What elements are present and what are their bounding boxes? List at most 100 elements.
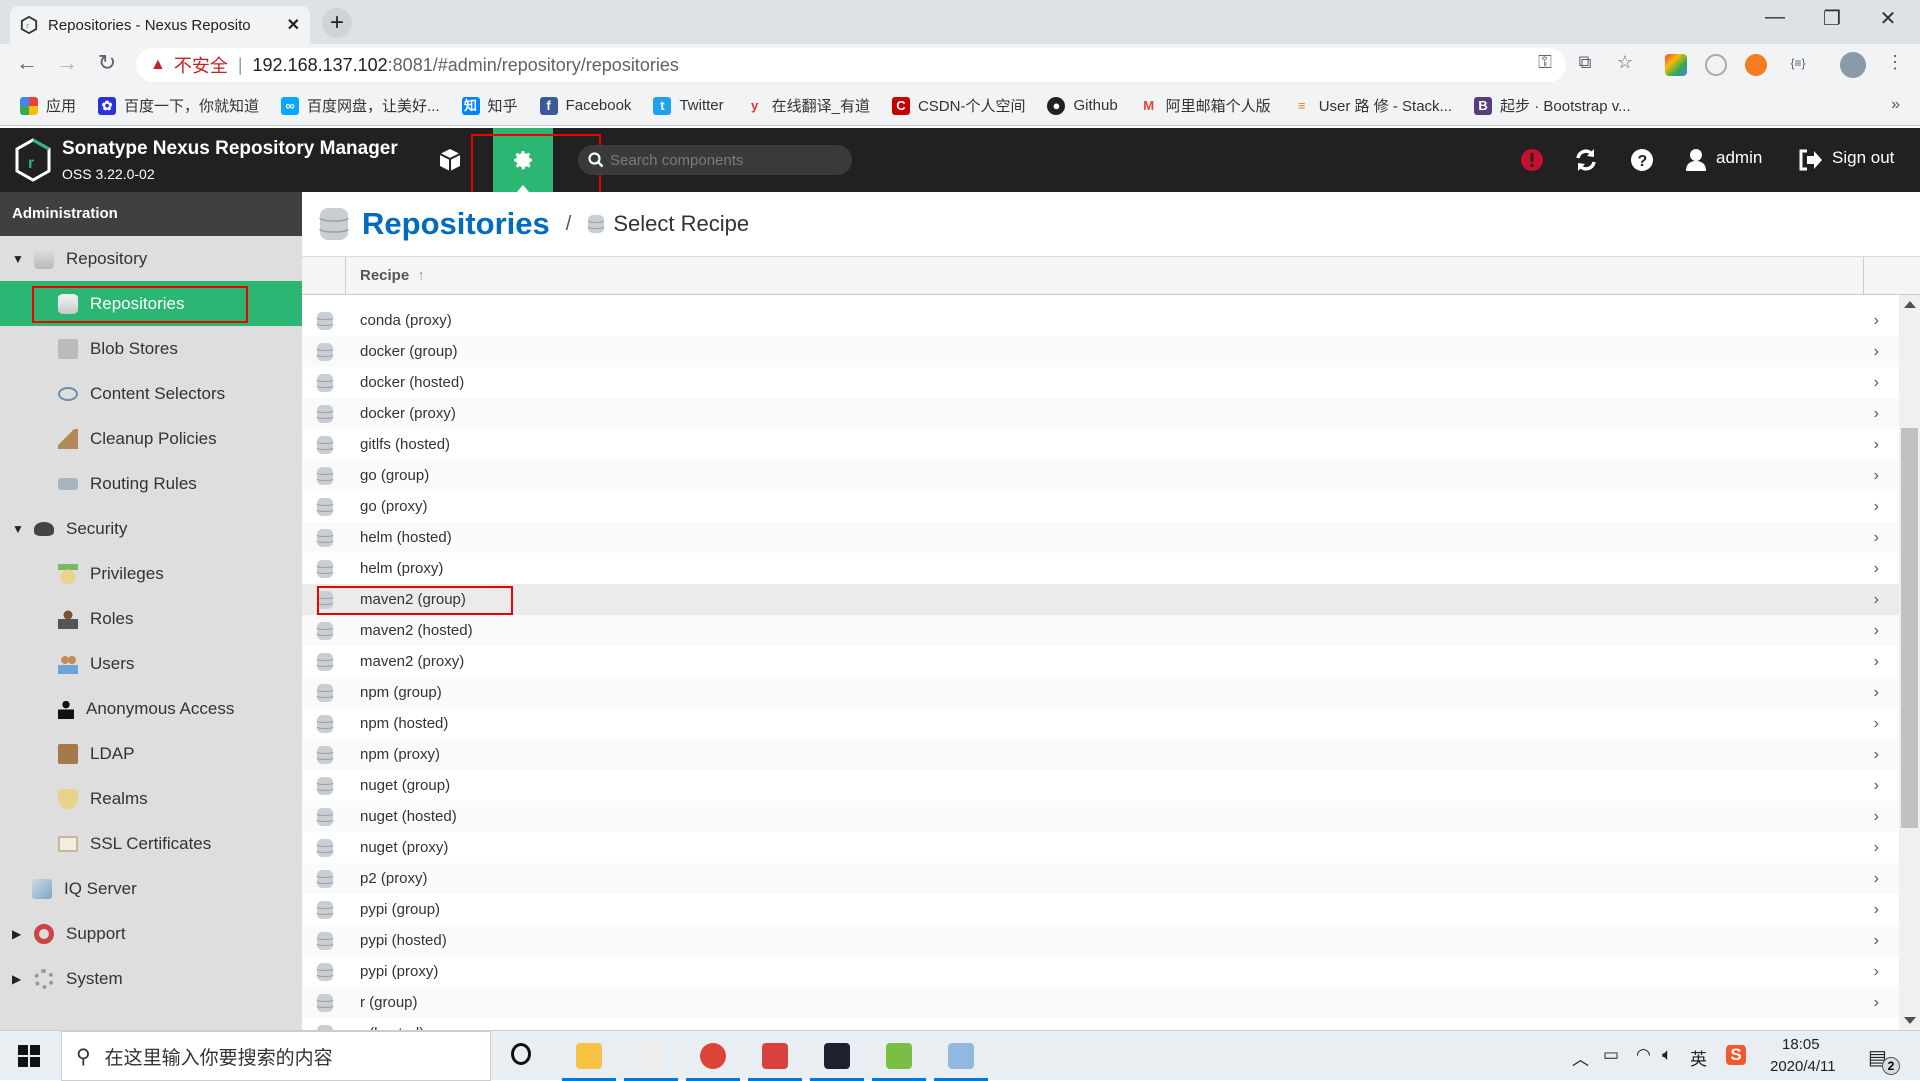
recipe-row[interactable]: pypi (hosted) › — [302, 925, 1899, 956]
recipe-row[interactable]: docker (group) › — [302, 336, 1899, 367]
wifi-icon[interactable]: ◠ — [1636, 1045, 1651, 1065]
extension-cloud-icon[interactable] — [1705, 54, 1727, 76]
scroll-down-arrow-icon[interactable] — [1904, 1017, 1916, 1024]
recipe-row[interactable]: gitlfs (hosted) › — [302, 429, 1899, 460]
translate-icon[interactable]: ⧉ — [1572, 52, 1598, 73]
tab-close-icon[interactable]: ✕ — [287, 15, 300, 35]
browse-cube-icon[interactable] — [436, 146, 464, 174]
sidebar-item-repository[interactable]: ▼ Repository — [0, 236, 302, 281]
window-close-icon[interactable]: ✕ — [1868, 6, 1908, 31]
recipe-row[interactable]: go (proxy) › — [302, 491, 1899, 522]
recipe-row[interactable]: npm (hosted) › — [302, 708, 1899, 739]
bookmark-item[interactable]: t Twitter — [653, 96, 724, 115]
sidebar-item-blob-stores[interactable]: Blob Stores — [0, 326, 302, 371]
recipe-row[interactable]: npm (proxy) › — [302, 739, 1899, 770]
bookmark-item[interactable]: ● Github — [1047, 96, 1118, 115]
forward-icon[interactable]: → — [52, 50, 82, 76]
extension-orange-icon[interactable] — [1745, 54, 1767, 76]
sidebar-item-ldap[interactable]: LDAP — [0, 731, 302, 776]
user-menu-label[interactable]: admin — [1716, 148, 1762, 168]
sidebar-item-routing-rules[interactable]: Routing Rules — [0, 461, 302, 506]
bookmark-item[interactable]: f Facebook — [539, 96, 631, 115]
collapse-arrow-icon[interactable]: ▶ — [12, 927, 26, 941]
password-key-icon[interactable]: ⚿ — [1532, 52, 1558, 73]
refresh-icon[interactable] — [1572, 146, 1600, 174]
bookmark-item[interactable]: 知知乎 — [461, 95, 518, 116]
sidebar-item-security[interactable]: ▼ Security — [0, 506, 302, 551]
address-bar[interactable]: ▲ 不安全 | 192.168.137.102:8081/#admin/repo… — [136, 48, 1566, 82]
bookmarks-overflow-button[interactable]: » — [1891, 96, 1900, 114]
bookmark-item[interactable]: ∞ 百度网盘，让美好... — [281, 95, 440, 116]
recipe-row[interactable]: nuget (group) › — [302, 770, 1899, 801]
recipe-row[interactable]: pypi (group) › — [302, 894, 1899, 925]
minimize-icon[interactable]: — — [1755, 6, 1795, 29]
recipe-row[interactable]: docker (proxy) › — [302, 398, 1899, 429]
sidebar-item-system[interactable]: ▶ System — [0, 956, 302, 1001]
recipe-row[interactable]: conda (proxy) › — [302, 305, 1899, 336]
tray-expand-icon[interactable]: ︿ — [1572, 1045, 1589, 1070]
bookmark-item[interactable]: 应用 — [20, 95, 76, 116]
taskbar-app-notepad-plus[interactable] — [870, 1031, 928, 1081]
bookmark-item[interactable]: M 阿里邮箱个人版 — [1140, 95, 1270, 116]
sidebar-item-iq-server[interactable]: IQ Server — [0, 866, 302, 911]
input-method-icon[interactable]: 英 — [1690, 1045, 1707, 1070]
clock-date[interactable]: 2020/4/11 — [1770, 1058, 1836, 1075]
sign-out-icon[interactable] — [1796, 146, 1824, 174]
recipe-row[interactable]: maven2 (group) › — [302, 584, 1899, 615]
scrollbar-thumb[interactable] — [1901, 428, 1918, 828]
sidebar-item-repositories[interactable]: Repositories — [0, 281, 302, 326]
bookmark-item[interactable]: y 在线翻译_有道 — [746, 95, 870, 116]
system-alert-icon[interactable] — [1518, 146, 1546, 174]
restore-icon[interactable]: ❐ — [1812, 6, 1852, 31]
recipe-row[interactable]: npm (group) › — [302, 677, 1899, 708]
extension-json-icon[interactable]: {≡} — [1785, 56, 1811, 70]
back-icon[interactable]: ← — [12, 50, 42, 76]
clock-time[interactable]: 18:05 — [1782, 1036, 1820, 1053]
recipe-row[interactable]: r (group) › — [302, 987, 1899, 1018]
recipe-row[interactable]: p2 (proxy) › — [302, 863, 1899, 894]
browser-menu-icon[interactable]: ⋮ — [1882, 52, 1908, 73]
expand-arrow-icon[interactable]: ▼ — [12, 522, 26, 536]
sogou-ime-icon[interactable]: S — [1726, 1045, 1746, 1065]
bookmark-item[interactable]: ≡ User 路 修 - Stack... — [1293, 95, 1452, 116]
sidebar-item-roles[interactable]: Roles — [0, 596, 302, 641]
sidebar-item-realms[interactable]: Realms — [0, 776, 302, 821]
vertical-scrollbar[interactable] — [1899, 295, 1920, 1030]
sidebar-item-support[interactable]: ▶ Support — [0, 911, 302, 956]
sidebar-item-content-selectors[interactable]: Content Selectors — [0, 371, 302, 416]
bookmark-item[interactable]: ✿ 百度一下，你就知道 — [98, 95, 259, 116]
taskbar-app-typora[interactable] — [622, 1031, 680, 1081]
browser-tab-active[interactable]: r Repositories - Nexus Reposito ✕ — [10, 6, 310, 44]
search-components-input[interactable] — [610, 151, 830, 169]
sidebar-item-users[interactable]: Users — [0, 641, 302, 686]
taskbar-app-paint[interactable] — [932, 1031, 990, 1081]
help-icon[interactable]: ? — [1628, 146, 1656, 174]
sidebar-item-cleanup-policies[interactable]: Cleanup Policies — [0, 416, 302, 461]
administration-mode-button[interactable] — [493, 128, 553, 192]
search-components-field[interactable] — [578, 145, 852, 175]
sidebar-item-ssl-certificates[interactable]: SSL Certificates — [0, 821, 302, 866]
profile-avatar[interactable] — [1840, 52, 1866, 78]
new-tab-button[interactable]: + — [322, 8, 352, 38]
user-icon[interactable] — [1682, 146, 1710, 174]
recipe-row[interactable]: helm (proxy) › — [302, 553, 1899, 584]
sidebar-item-anonymous-access[interactable]: Anonymous Access — [0, 686, 302, 731]
volume-icon[interactable]: 🔈︎ — [1662, 1045, 1672, 1065]
taskbar-app-intellij-idea[interactable] — [808, 1031, 866, 1081]
expand-arrow-icon[interactable]: ▼ — [12, 252, 26, 266]
recipe-row[interactable]: nuget (proxy) › — [302, 832, 1899, 863]
scroll-up-arrow-icon[interactable] — [1904, 301, 1916, 308]
taskbar-app-file-explorer[interactable] — [560, 1031, 618, 1081]
recipe-row[interactable]: helm (hosted) › — [302, 522, 1899, 553]
bookmark-item[interactable]: B 起步 · Bootstrap v... — [1474, 95, 1631, 116]
taskbar-app-redis-desktop[interactable] — [746, 1031, 804, 1081]
recipe-row[interactable]: maven2 (hosted) › — [302, 615, 1899, 646]
windows-start-icon[interactable] — [18, 1045, 40, 1067]
recipe-row[interactable]: r (hosted)› — [302, 1018, 1899, 1030]
column-header-recipe[interactable]: Recipe ↑ — [360, 267, 425, 284]
bookmark-item[interactable]: C CSDN-个人空间 — [891, 95, 1025, 116]
taskbar-app-cortana[interactable] — [492, 1031, 550, 1081]
recipe-row[interactable]: pypi (proxy) › — [302, 956, 1899, 987]
bookmark-star-icon[interactable]: ☆ — [1612, 52, 1638, 73]
taskbar-search-box[interactable]: ⚲ 在这里输入你要搜索的内容 — [61, 1031, 491, 1081]
